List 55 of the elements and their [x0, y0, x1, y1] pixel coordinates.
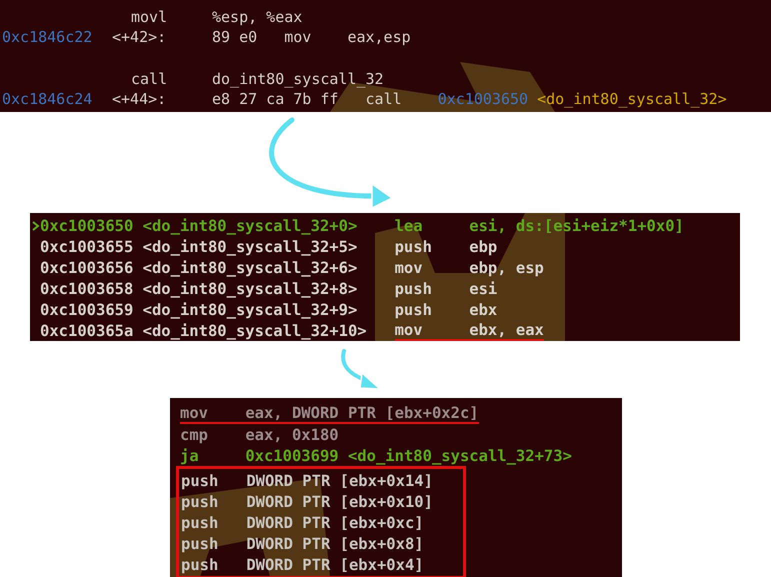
instruction-operands: DWORD PTR [ebx+0x10] [246, 492, 433, 510]
symbol-offset: <do_int80_syscall_32+6> [142, 258, 358, 276]
symbol-offset: <do_int80_syscall_32+8> [142, 280, 358, 298]
instruction-operands: DWORD PTR [ebx+0x14] [246, 472, 433, 490]
instruction-operands: ebp [469, 238, 498, 256]
instruction-address: 0xc1003656 [40, 258, 134, 276]
instruction-offset: <+44>: [112, 90, 168, 108]
instruction-mnemonic: cmp [180, 426, 209, 444]
source-operands: %esp, %eax [212, 8, 302, 26]
source-mnemonic: movl [131, 8, 168, 26]
instruction-mnemonic: push [181, 492, 220, 510]
instruction-address: 0xc100365a [40, 322, 134, 340]
instruction-mnemonic: push [394, 300, 433, 318]
instruction-operands: DWORD PTR [ebx+0xc] [246, 514, 424, 532]
instruction-operands: esi [469, 280, 498, 298]
instruction-mnemonic: mov [394, 320, 470, 340]
target-symbol: <do_int80_syscall_32> [537, 90, 727, 108]
instruction-offset: <+42>: [112, 28, 168, 46]
symbol-offset: <do_int80_syscall_32+5> [142, 238, 358, 256]
instruction-mnemonic: push [181, 556, 220, 574]
instruction-operands: ebx [469, 300, 498, 318]
instruction-operands: 0xc1003699 <do_int80_syscall_32+73> [245, 446, 572, 464]
instruction-mnemonic: call [366, 90, 402, 108]
instruction-address: 0xc1003655 [40, 238, 134, 256]
instruction-address: 0xc1003650 [40, 216, 134, 234]
instruction-operands: DWORD PTR [ebx+0x8] [246, 534, 424, 552]
instruction-mnemonic: mov [180, 404, 246, 424]
instruction-mnemonic: ja [180, 446, 200, 464]
source-operands: do_int80_syscall_32 [212, 70, 384, 88]
instruction-operands: eax,esp [347, 28, 411, 46]
symbol-offset: <do_int80_syscall_32+0> [142, 216, 358, 234]
instruction-mnemonic: lea [394, 216, 424, 234]
instruction-operands: DWORD PTR [ebx+0x4] [246, 556, 424, 574]
instruction-mnemonic: push [181, 514, 220, 532]
instruction-address: 0xc1003659 [40, 300, 134, 318]
instruction-mnemonic: push [181, 472, 220, 490]
instruction-address: 0xc1846c22 [2, 28, 94, 46]
symbol-offset: <do_int80_syscall_32+9> [142, 300, 358, 318]
instruction-mnemonic: push [394, 238, 433, 256]
instruction-operands: esi, ds:[esi+eiz*1+0x0] [469, 216, 684, 234]
instruction-bytes: 89 e0 [212, 28, 258, 46]
instruction-address: 0xc1003658 [40, 280, 134, 298]
instruction-mnemonic: push [181, 534, 220, 552]
instruction-operands: ebp, esp [469, 258, 544, 276]
instruction-mnemonic: mov [394, 258, 424, 276]
instruction-operands: eax, DWORD PTR [ebx+0x2c] [245, 404, 479, 424]
instruction-mnemonic: push [394, 280, 433, 298]
target-address: 0xc1003650 [438, 90, 528, 108]
symbol-offset: <do_int80_syscall_32+10> [142, 322, 368, 340]
instruction-operands: ebx, eax [469, 320, 544, 340]
source-mnemonic: call [131, 70, 168, 88]
instruction-bytes: e8 27 ca 7b ff [212, 90, 338, 108]
instruction-operands: eax, 0x180 [245, 426, 339, 444]
instruction-address: 0xc1846c24 [2, 90, 94, 108]
instruction-mnemonic: mov [284, 28, 312, 46]
